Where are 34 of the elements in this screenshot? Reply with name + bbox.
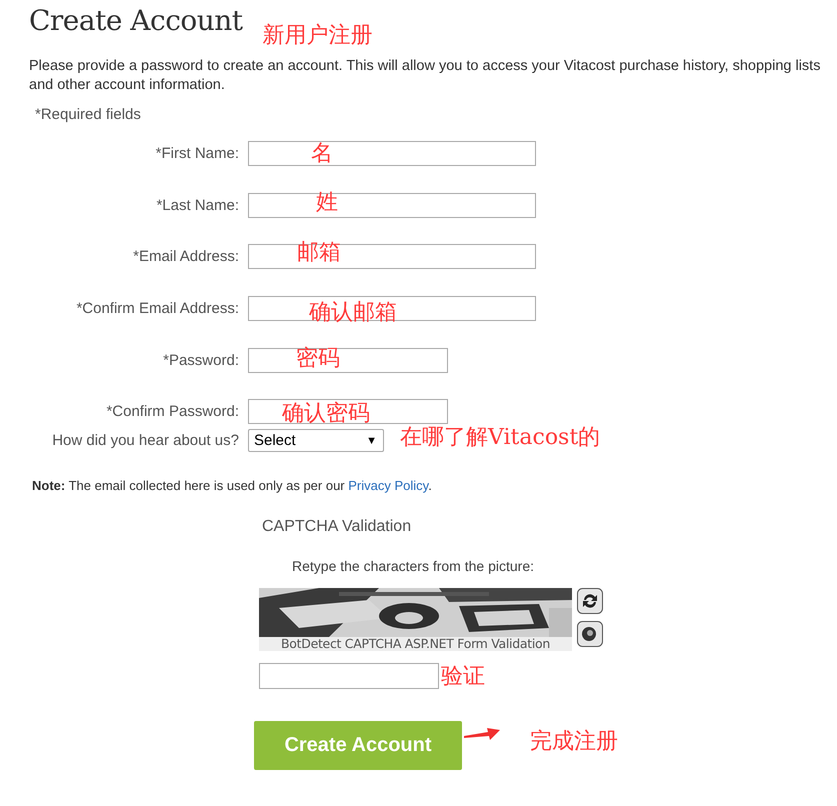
captcha-caption: BotDetect CAPTCHA ASP.NET Form Validation <box>259 636 572 651</box>
annotation-text: 邮箱 <box>297 242 341 264</box>
field-label: *Password: <box>162 352 240 369</box>
field-label: *Last Name: <box>155 196 240 214</box>
field-label: *Confirm Password: <box>105 403 240 420</box>
input-field[interactable] <box>248 296 536 322</box>
speaker-icon[interactable] <box>577 620 603 647</box>
privacy-policy-link[interactable]: Privacy Policy <box>348 478 428 493</box>
input-field[interactable] <box>248 141 536 166</box>
annotation-text: 确认密码 <box>282 403 370 426</box>
refresh-icon[interactable] <box>577 588 603 614</box>
input-field[interactable] <box>248 192 536 218</box>
select-dropdown[interactable]: Select ▼ <box>248 429 384 452</box>
field-label: *Confirm Email Address: <box>75 300 240 318</box>
annotation-text: 验证 <box>441 666 485 688</box>
captcha-instruction: Retype the characters from the picture: <box>292 558 535 574</box>
annotation-text: 名 <box>311 143 333 166</box>
intro-text: Please provide a password to create an account. This will allow you to access your Vitacost purchase history, shopping lists and other account information. <box>29 57 822 95</box>
annotation-text: 姓 <box>316 192 338 214</box>
annotation-text: 确认邮箱 <box>309 302 397 324</box>
input-field[interactable] <box>248 348 448 373</box>
required-note: *Required fields <box>35 106 142 123</box>
annotation-text: 新用户注册 <box>262 25 373 47</box>
field-label: How did you hear about us? <box>51 432 240 450</box>
field-label: *First Name: <box>154 145 240 162</box>
captcha-heading: CAPTCHA Validation <box>262 518 412 536</box>
input-field[interactable] <box>248 399 448 424</box>
annotation-text: 密码 <box>296 348 340 370</box>
note-text: Note: The email collected here is used only as per our Privacy Policy. <box>32 478 433 493</box>
field-label: *Email Address: <box>132 248 240 266</box>
captcha-input[interactable] <box>259 662 439 689</box>
page-title: Create Account <box>29 4 243 37</box>
annotation-text: 在哪了解Vitacost的 <box>400 426 600 449</box>
annotation-text: 完成注册 <box>530 730 618 753</box>
